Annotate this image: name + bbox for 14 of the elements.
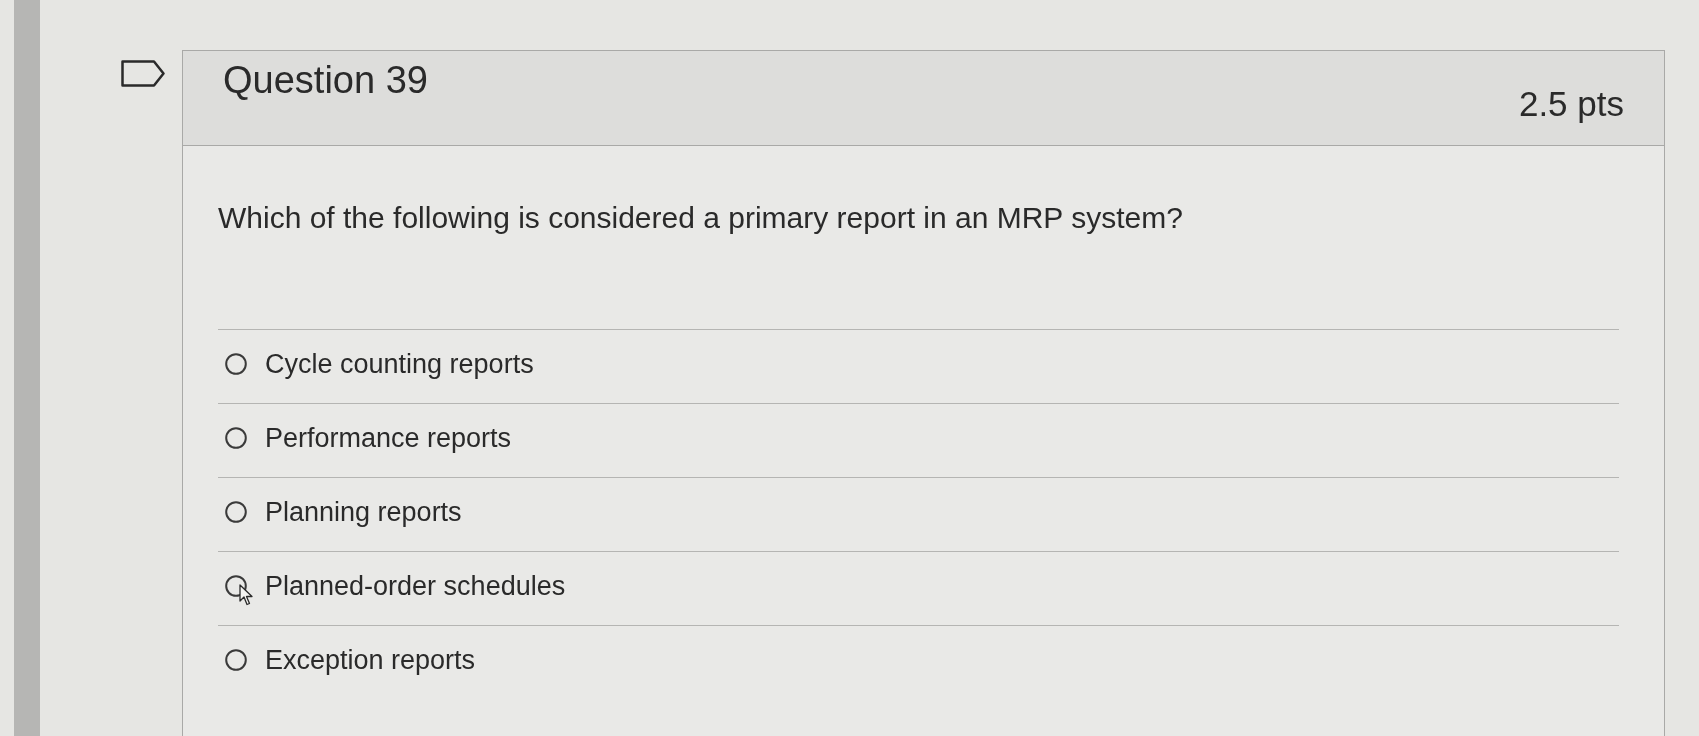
answer-label[interactable]: Planning reports xyxy=(265,495,462,528)
question-title: Question 39 xyxy=(223,58,428,102)
flag-icon[interactable] xyxy=(121,60,165,87)
radio-button[interactable] xyxy=(225,426,247,449)
radio-button[interactable] xyxy=(225,648,247,671)
radio-button[interactable] xyxy=(225,574,247,597)
radio-button[interactable] xyxy=(225,500,247,523)
answer-label[interactable]: Cycle counting reports xyxy=(265,347,534,380)
points-label: 2.5 pts xyxy=(1518,83,1624,124)
answer-label[interactable]: Performance reports xyxy=(265,421,512,454)
answer-label[interactable]: Planned-order schedules xyxy=(265,569,566,602)
question-text: Which of the following is considered a primary report in an MRP system? xyxy=(218,200,1184,236)
answer-label[interactable]: Exception reports xyxy=(265,643,476,676)
radio-button[interactable] xyxy=(225,352,247,375)
